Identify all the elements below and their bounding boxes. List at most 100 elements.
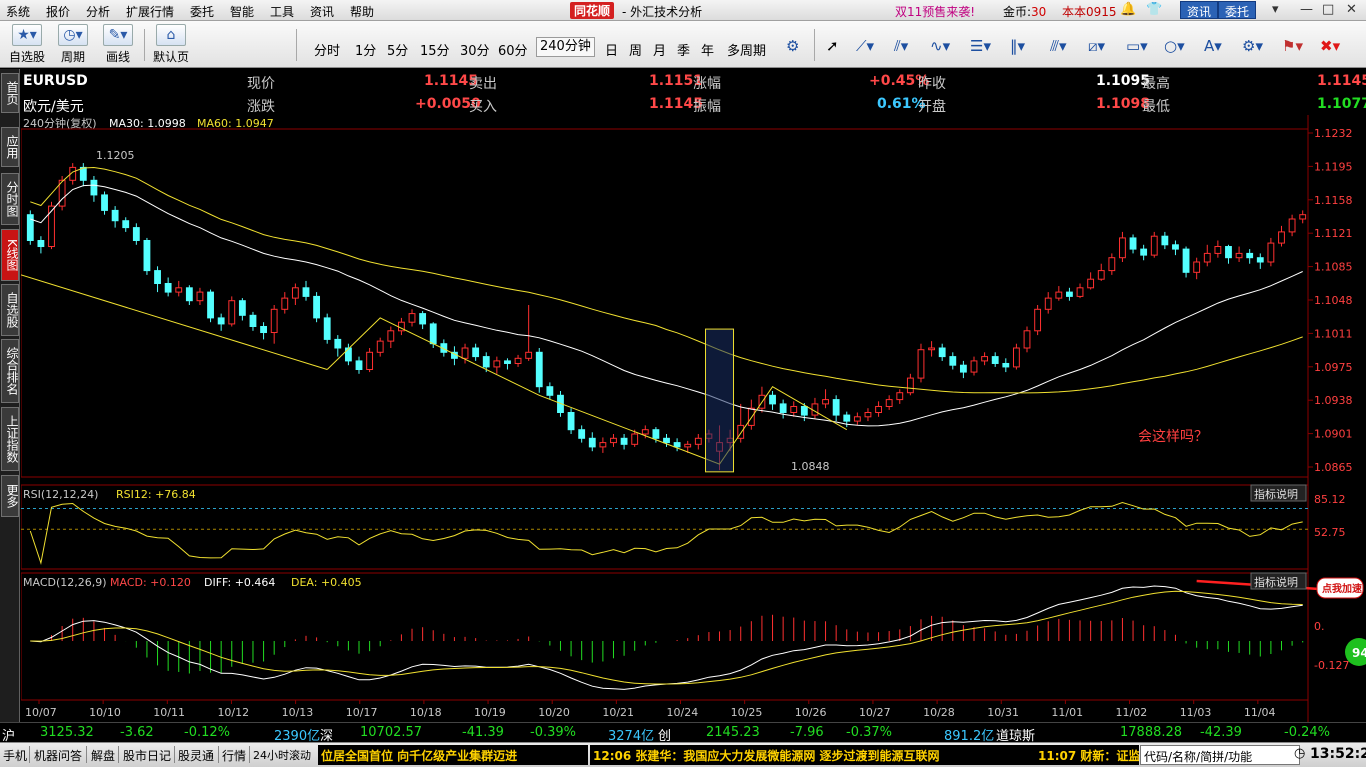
period-quarter[interactable]: 季 (677, 40, 690, 59)
gann-icon[interactable]: ⧄▾ (1088, 37, 1105, 55)
rectangle-icon[interactable]: ▭▾ (1126, 37, 1148, 55)
bell-icon[interactable]: 🔔 (1120, 2, 1136, 17)
tab-watchlist[interactable]: 自选股 (1, 284, 19, 336)
period-tool[interactable]: ◷▾ 周期 (52, 24, 94, 64)
candle-body (864, 412, 872, 418)
period-5min[interactable]: 5分 (387, 40, 408, 59)
maximize-icon[interactable]: □ (1322, 2, 1334, 17)
bookmark-icon[interactable]: ⚑▾ (1282, 37, 1303, 55)
close-icon[interactable]: ✕ (1346, 2, 1357, 17)
parallel-line-icon[interactable]: ⫽▾ (894, 37, 908, 55)
candle-body (832, 399, 840, 416)
tab-home[interactable]: 首页 (1, 73, 19, 113)
default-page-tool[interactable]: ⌂ 默认页 (150, 24, 192, 64)
news-ticker-1[interactable]: 位居全国首位 向千亿级产业集群迈进 (318, 745, 588, 765)
period-15min[interactable]: 15分 (420, 40, 450, 59)
tab-kline[interactable]: K线图 (1, 229, 19, 281)
draw-tool[interactable]: ✎▾ 画线 (97, 24, 139, 64)
settings-icon[interactable]: ⚙▾ (1242, 37, 1263, 55)
menu-tools[interactable]: 工具 (270, 3, 294, 20)
tab-ranking[interactable]: 综合排名 (1, 339, 19, 403)
period-240min[interactable]: 240分钟 (536, 37, 595, 57)
status-tab-gulingtong[interactable]: 股灵通 (178, 747, 214, 764)
text-tool-icon[interactable]: A▾ (1204, 37, 1222, 55)
ellipse-icon[interactable]: ○▾ (1164, 37, 1185, 55)
x-tick-label: 10/10 (89, 706, 121, 719)
candle-body (1119, 237, 1126, 259)
news-ticker-3[interactable]: 11:07 财新：证监 (1035, 745, 1139, 765)
gear-icon[interactable]: ⚙ (786, 37, 799, 55)
period-week[interactable]: 周 (629, 40, 642, 59)
menu-extended[interactable]: 扩展行情 (126, 3, 174, 20)
status-tab-robot-qa[interactable]: 机器问答 (34, 747, 82, 764)
channel-icon[interactable]: ⫻▾ (1050, 37, 1066, 55)
menu-analysis[interactable]: 分析 (86, 3, 110, 20)
code-search-input[interactable]: 代码/名称/简拼/功能 (1140, 745, 1300, 765)
tab-timeshare[interactable]: 分时图 (1, 173, 19, 225)
menu-smart[interactable]: 智能 (230, 3, 254, 20)
line-tool-icon[interactable]: ⟋▾ (856, 37, 874, 55)
delete-icon[interactable]: ✖▾ (1320, 37, 1340, 55)
candle-body (1172, 244, 1179, 250)
price-tick-label: 1.1121 (1314, 227, 1353, 240)
status-separator (174, 746, 175, 763)
period-day[interactable]: 日 (605, 40, 618, 59)
info-button[interactable]: 资讯 (1180, 1, 1219, 19)
candle-body (514, 357, 522, 364)
wave-line-icon[interactable]: ∿▾ (930, 37, 950, 55)
quote-label: 涨跌 (247, 99, 275, 115)
dj-change: -42.39 (1200, 725, 1242, 740)
period-multi[interactable]: 多周期 (727, 40, 766, 59)
username[interactable]: 本本0915 (1062, 3, 1117, 20)
watchlist-tool[interactable]: ★▾ 自选股 (6, 24, 48, 64)
menu-trade[interactable]: 委托 (190, 3, 214, 20)
status-bar: 手机 机器问答 解盘 股市日记 股灵通 行情 24小时滚动 位居全国首位 向千亿… (0, 742, 1366, 767)
toolbar-separator (814, 29, 815, 61)
menu-system[interactable]: 系统 (6, 3, 30, 20)
kline-chart[interactable]: 1.1232 1.1195 1.1158 1.1121 1.1085 1.1048 1.10… (21, 115, 1366, 722)
trade-button[interactable]: 委托 (1218, 1, 1257, 19)
quote-label: 最低 (1142, 99, 1170, 115)
tab-more[interactable]: 更多 (1, 475, 19, 517)
coins-label: 金币: (1003, 5, 1032, 19)
candle-body (610, 437, 617, 444)
vertical-lines-icon[interactable]: ‖▾ (1010, 37, 1025, 55)
fibonacci-icon[interactable]: ☰▾ (970, 37, 991, 55)
menu-quote[interactable]: 报价 (46, 3, 70, 20)
star-icon: ★▾ (12, 24, 42, 46)
status-tab-diary[interactable]: 股市日记 (123, 747, 171, 764)
highlight-box (705, 328, 735, 473)
status-separator (86, 746, 87, 763)
status-tab-24h-news[interactable]: 24小时滚动 (253, 747, 311, 763)
status-tab-mobile[interactable]: 手机 (3, 747, 27, 764)
candle-body (217, 317, 225, 325)
macd-tick-label: -0.127 (1314, 659, 1349, 672)
menu-info[interactable]: 资讯 (310, 3, 334, 20)
menu-help[interactable]: 帮助 (350, 3, 374, 20)
status-tab-market[interactable]: 行情 (222, 747, 246, 764)
period-year[interactable]: 年 (701, 40, 714, 59)
candle-body (694, 437, 702, 445)
candle-body (111, 209, 119, 222)
left-tab-bar: 首页 应用 分时图 K线图 自选股 综合排名 上证指数 更多 (0, 69, 20, 743)
promo-link[interactable]: 双11预售来袭! (895, 3, 975, 20)
period-1min[interactable]: 1分 (355, 40, 376, 59)
cursor-icon[interactable]: ➚ (826, 37, 839, 55)
period-60min[interactable]: 60分 (498, 40, 528, 59)
news-ticker-2[interactable]: 12:06 张建华：我国应大力发展微能源网 逐步过渡到能源互联网 (590, 745, 1035, 765)
status-separator (118, 746, 119, 763)
period-30min[interactable]: 30分 (460, 40, 490, 59)
menu-down-icon[interactable]: ▾ (1272, 2, 1279, 17)
tab-apps[interactable]: 应用 (1, 127, 19, 167)
period-month[interactable]: 月 (653, 40, 666, 59)
minimize-icon[interactable]: — (1300, 2, 1313, 17)
status-tab-analysis[interactable]: 解盘 (91, 747, 115, 764)
candle-body (323, 317, 331, 340)
candle-body (822, 399, 829, 405)
candle-body (1246, 252, 1254, 259)
shirt-icon[interactable]: 👕 (1146, 2, 1162, 17)
tab-sh-index[interactable]: 上证指数 (1, 407, 19, 471)
period-timeshare[interactable]: 分时 (314, 40, 340, 59)
pane-border (21, 572, 1309, 701)
candle-body (122, 220, 130, 229)
